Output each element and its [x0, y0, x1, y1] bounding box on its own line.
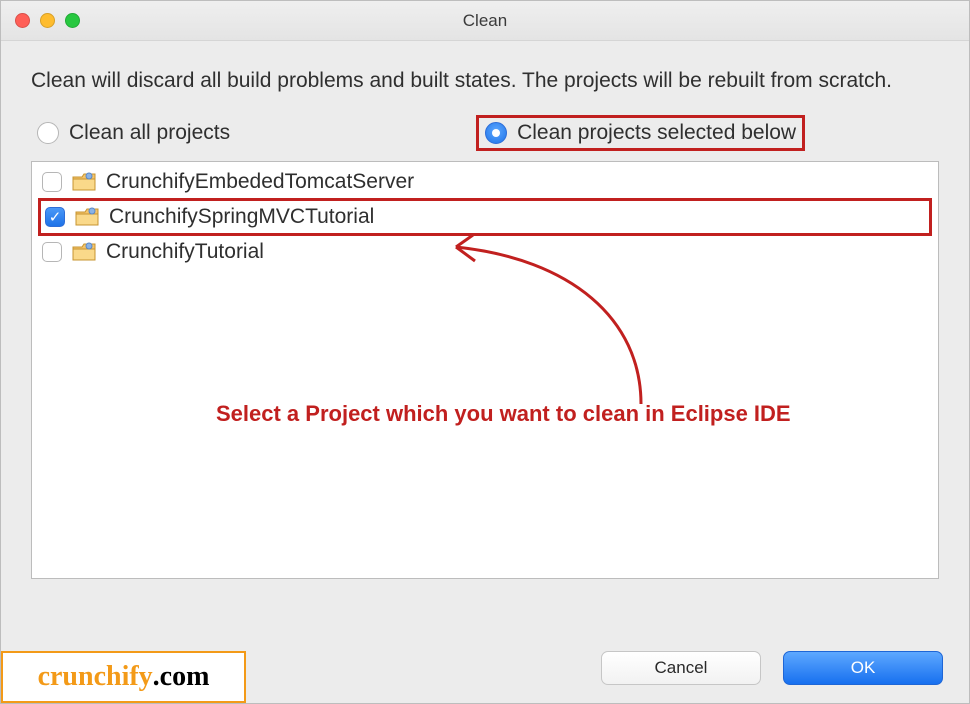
- project-folder-icon: [72, 242, 96, 262]
- project-name: CrunchifyEmbededTomcatServer: [106, 170, 414, 194]
- list-item[interactable]: CrunchifyTutorial: [38, 236, 932, 268]
- cancel-button-label: Cancel: [655, 658, 708, 678]
- radio-clean-selected-label: Clean projects selected below: [517, 121, 796, 145]
- titlebar: Clean: [1, 1, 969, 41]
- project-folder-icon: [75, 207, 99, 227]
- window-title: Clean: [1, 11, 969, 31]
- ok-button[interactable]: OK: [783, 651, 943, 685]
- project-checkbox[interactable]: [42, 172, 62, 192]
- list-item[interactable]: ✓ CrunchifySpringMVCTutorial: [38, 198, 932, 236]
- radio-clean-selected[interactable]: Clean projects selected below: [476, 115, 805, 151]
- dialog-content: Clean will discard all build problems an…: [1, 41, 969, 589]
- window-controls: [1, 13, 80, 28]
- project-list[interactable]: CrunchifyEmbededTomcatServer ✓ Crunchify…: [31, 161, 939, 579]
- dialog-description: Clean will discard all build problems an…: [31, 67, 939, 95]
- cancel-button[interactable]: Cancel: [601, 651, 761, 685]
- minimize-window-button[interactable]: [40, 13, 55, 28]
- watermark-brand: crunchify: [38, 661, 153, 693]
- dialog-window: Clean Clean will discard all build probl…: [0, 0, 970, 704]
- project-checkbox[interactable]: [42, 242, 62, 262]
- annotation-text: Select a Project which you want to clean…: [216, 401, 791, 427]
- radio-clean-all-label: Clean all projects: [69, 121, 230, 145]
- watermark-rest: .com: [153, 661, 210, 693]
- dialog-buttons: Cancel OK: [601, 651, 943, 685]
- clean-scope-radio-group: Clean all projects Clean projects select…: [31, 115, 939, 151]
- zoom-window-button[interactable]: [65, 13, 80, 28]
- watermark-logo: crunchify.com: [1, 651, 246, 703]
- project-name: CrunchifyTutorial: [106, 240, 264, 264]
- project-name: CrunchifySpringMVCTutorial: [109, 205, 374, 229]
- ok-button-label: OK: [851, 658, 876, 678]
- project-checkbox[interactable]: ✓: [45, 207, 65, 227]
- radio-clean-all[interactable]: Clean all projects: [31, 118, 236, 148]
- radio-icon: [485, 122, 507, 144]
- close-window-button[interactable]: [15, 13, 30, 28]
- project-folder-icon: [72, 172, 96, 192]
- list-item[interactable]: CrunchifyEmbededTomcatServer: [38, 166, 932, 198]
- radio-icon: [37, 122, 59, 144]
